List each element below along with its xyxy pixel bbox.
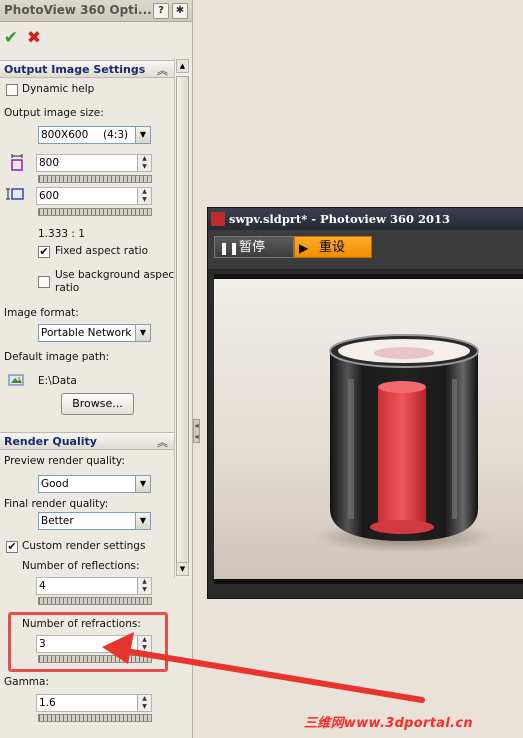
panel-splitter-handle[interactable]: ◂ ◂ xyxy=(193,419,200,443)
reflections-slider[interactable] xyxy=(38,597,152,605)
use-bg-aspect-label-1: Use background aspect xyxy=(55,269,179,281)
reflections-label: Number of reflections: xyxy=(22,560,140,572)
image-path-value: E:\Data xyxy=(38,375,77,387)
play-icon: ▶ xyxy=(299,241,309,255)
width-spinner[interactable]: ▲ ▼ xyxy=(137,155,151,171)
reflections-value: 4 xyxy=(39,580,46,592)
gamma-value: 1.6 xyxy=(39,697,56,709)
chevron-down-icon[interactable]: ▼ xyxy=(135,513,150,529)
image-path-label: Default image path: xyxy=(4,351,110,363)
render-toolbar: ❚❚ 暂停 ▶ 重设 xyxy=(208,230,523,270)
height-slider[interactable] xyxy=(38,208,152,216)
ok-check-icon[interactable]: ✔ xyxy=(2,29,20,47)
pause-label: 暂停 xyxy=(239,240,266,255)
pause-button[interactable]: ❚❚ 暂停 xyxy=(214,236,294,258)
output-settings-header[interactable]: Output Image Settings ︽ xyxy=(0,60,174,78)
render-viewport[interactable] xyxy=(214,274,523,584)
height-field[interactable]: 600 ▲ ▼ xyxy=(36,187,152,205)
collapse-icon[interactable]: ︽ xyxy=(157,434,168,450)
photoview-render-window: swpv.sldprt* - Photoview 360 2013 ❚❚ 暂停 … xyxy=(207,207,523,599)
preview-quality-value: Good xyxy=(41,478,69,490)
use-bg-aspect-label-2: ratio xyxy=(55,282,80,294)
reset-button[interactable]: ▶ 重设 xyxy=(294,236,372,258)
refractions-highlight-box xyxy=(8,612,168,672)
property-manager-panel: PhotoView 360 Opti... ? ✱ ✔ ✖ Output Ima… xyxy=(0,0,193,738)
fixed-aspect-label: Fixed aspect ratio xyxy=(55,245,149,257)
image-format-label: Image format: xyxy=(4,307,79,319)
panel-scrollbar[interactable]: ▲ ▼ xyxy=(174,58,190,578)
image-size-label: Output image size: xyxy=(4,107,104,119)
dynamic-help-label: Dynamic help xyxy=(22,83,95,95)
render-window-title-bar[interactable]: swpv.sldprt* - Photoview 360 2013 xyxy=(208,208,523,230)
reflections-spinner[interactable]: ▲ ▼ xyxy=(137,578,151,594)
cancel-close-icon[interactable]: ✖ xyxy=(25,29,43,47)
render-quality-header[interactable]: Render Quality ︽ xyxy=(0,432,174,450)
width-slider[interactable] xyxy=(38,175,152,183)
final-quality-value: Better xyxy=(41,515,74,527)
rendered-glass-image xyxy=(314,334,494,553)
browse-button[interactable]: Browse... xyxy=(61,393,134,415)
aspect-ratio-text: 1.333 : 1 xyxy=(38,228,85,240)
panel-title-bar: PhotoView 360 Opti... ? ✱ xyxy=(0,0,192,22)
help-icon[interactable]: ? xyxy=(153,3,169,19)
height-icon xyxy=(6,188,24,200)
reflections-field[interactable]: 4 ▲ ▼ xyxy=(36,577,152,595)
final-quality-select[interactable]: Better ▼ xyxy=(38,512,151,530)
preview-quality-label: Preview render quality: xyxy=(4,455,125,467)
panel-title: PhotoView 360 Opti... xyxy=(4,3,152,17)
pin-icon[interactable]: ✱ xyxy=(172,3,188,19)
image-format-select[interactable]: Portable Network G ▼ xyxy=(38,324,151,342)
image-size-ratio: (4:3) xyxy=(103,129,129,141)
height-value: 600 xyxy=(39,190,60,202)
pause-icon: ❚❚ xyxy=(219,241,240,255)
collapse-icon[interactable]: ︽ xyxy=(157,62,168,78)
chevron-down-icon[interactable]: ▼ xyxy=(135,127,150,143)
width-value: 800 xyxy=(39,157,60,169)
image-folder-icon xyxy=(8,374,24,386)
action-bar: ✔ ✖ xyxy=(0,22,192,56)
reset-label: 重设 xyxy=(319,240,346,255)
image-size-select[interactable]: 800X600 (4:3) ▼ xyxy=(38,126,151,144)
gamma-slider[interactable] xyxy=(38,714,152,722)
scroll-thumb[interactable] xyxy=(176,76,189,566)
photoview-app-icon xyxy=(211,212,225,226)
image-size-value: 800X600 xyxy=(41,129,89,141)
image-format-value: Portable Network G xyxy=(41,327,135,339)
height-spinner[interactable]: ▲ ▼ xyxy=(137,188,151,204)
fixed-aspect-checkbox[interactable]: ✔ xyxy=(38,246,50,258)
custom-render-label: Custom render settings xyxy=(22,540,146,552)
render-quality-title: Render Quality xyxy=(4,435,97,448)
gamma-label: Gamma: xyxy=(4,676,49,688)
preview-quality-select[interactable]: Good ▼ xyxy=(38,475,151,493)
use-bg-aspect-checkbox[interactable] xyxy=(38,276,50,288)
gamma-spinner[interactable]: ▲ ▼ xyxy=(137,695,151,711)
width-icon xyxy=(11,154,23,171)
custom-render-checkbox[interactable]: ✔ xyxy=(6,541,18,553)
chevron-down-icon[interactable]: ▼ xyxy=(135,476,150,492)
render-window-title: swpv.sldprt* - Photoview 360 2013 xyxy=(229,212,450,226)
dynamic-help-checkbox[interactable] xyxy=(6,84,18,96)
output-settings-title: Output Image Settings xyxy=(4,63,146,76)
final-quality-label: Final render quality: xyxy=(4,498,109,510)
gamma-field[interactable]: 1.6 ▲ ▼ xyxy=(36,694,152,712)
watermark-text: 三维网www.3dportal.cn xyxy=(304,716,473,731)
width-field[interactable]: 800 ▲ ▼ xyxy=(36,154,152,172)
scroll-up-icon[interactable]: ▲ xyxy=(176,59,189,73)
chevron-down-icon[interactable]: ▼ xyxy=(135,325,150,341)
scroll-down-icon[interactable]: ▼ xyxy=(176,562,189,576)
